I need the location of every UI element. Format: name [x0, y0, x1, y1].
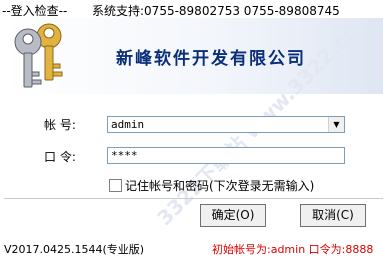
ok-button[interactable]: 确定(O) — [200, 204, 266, 227]
divider — [4, 198, 383, 199]
title-bar: --登入检查-- 系统支持:0755-89802753 0755-8980874… — [0, 0, 387, 18]
keys-icon — [14, 23, 63, 88]
account-value: admin — [111, 118, 145, 131]
login-window: --登入检查-- 系统支持:0755-89802753 0755-8980874… — [0, 0, 387, 258]
remember-checkbox[interactable] — [109, 179, 122, 192]
chevron-down-icon[interactable]: ▼ — [328, 117, 344, 132]
remember-label[interactable]: 记住帐号和密码(下次登录无需输入) — [125, 177, 314, 194]
company-name: 新峰软件开发有限公司 — [116, 49, 306, 69]
window-title: --登入检查-- — [2, 4, 68, 18]
account-label: 帐 号: — [44, 118, 76, 132]
initial-credentials: 初始帐号为:admin 口令为:8888 — [212, 243, 374, 256]
password-label: 口 令: — [44, 150, 76, 164]
password-value: **** — [111, 149, 138, 162]
version-text: V2017.0425.1544(专业版) — [4, 243, 145, 256]
account-select[interactable]: admin ▼ — [107, 116, 345, 133]
cancel-button[interactable]: 取消(C) — [300, 204, 366, 227]
password-field[interactable]: **** — [107, 147, 345, 164]
support-phone: 系统支持:0755-89802753 0755-89808745 — [92, 4, 340, 18]
